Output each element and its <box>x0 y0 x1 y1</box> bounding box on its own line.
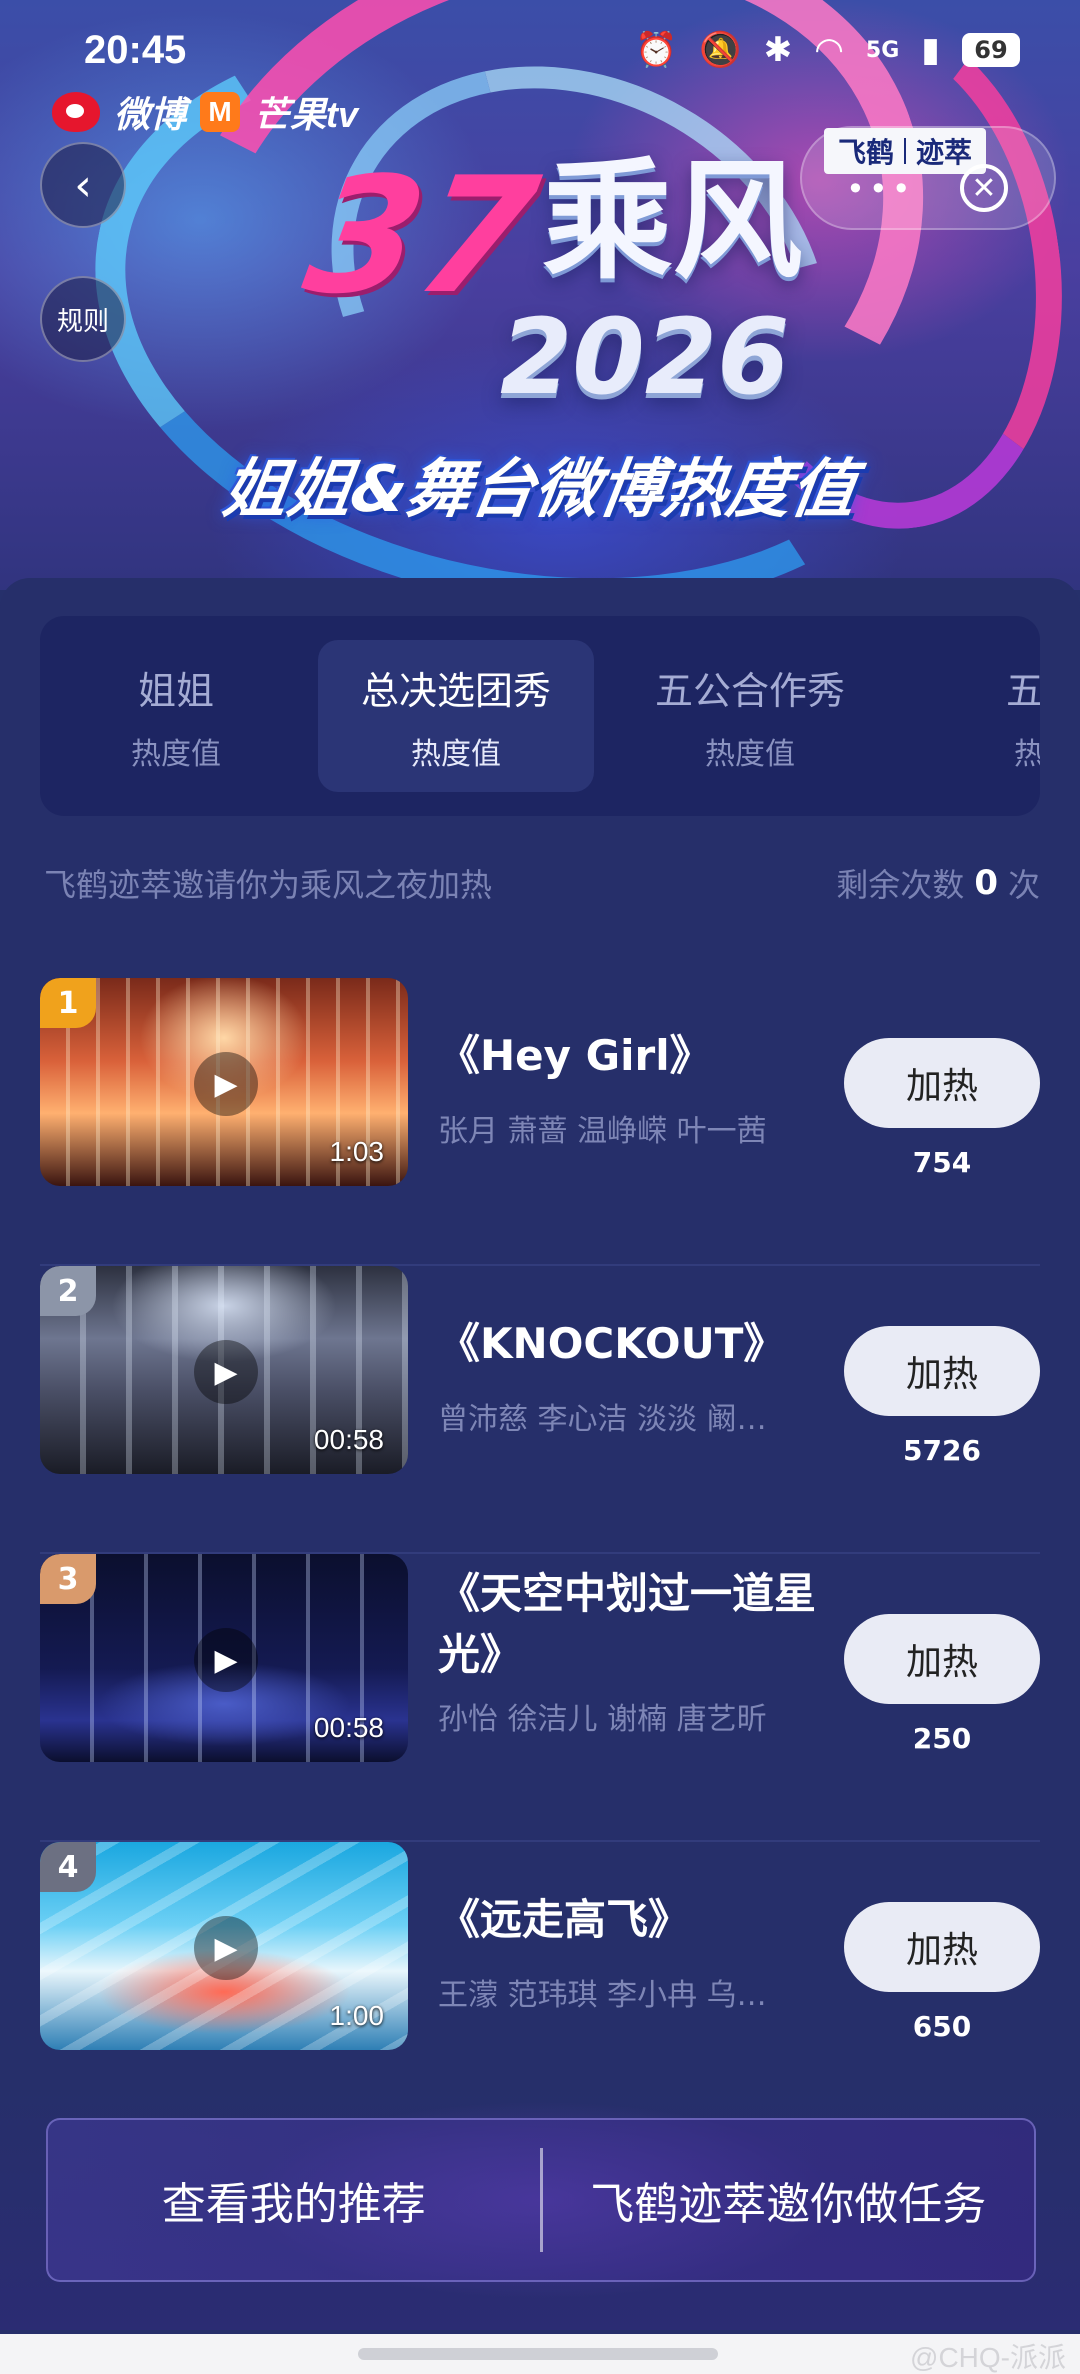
chevron-left-icon: ‹ <box>74 159 92 211</box>
back-button[interactable]: ‹ <box>40 142 126 228</box>
video-duration: 00:58 <box>313 1424 384 1455</box>
play-icon[interactable]: ▶ <box>194 1916 258 1980</box>
watermark: @CHQ-派派 <box>910 2342 1066 2373</box>
mango-brand: 芒果tv <box>254 94 359 135</box>
song-title[interactable]: 《远走高飞》 <box>438 1890 838 1951</box>
hero-year: 2026 <box>500 296 790 418</box>
hero-name: 乘风 <box>542 145 803 297</box>
sponsor-name-2: 迹萃 <box>916 136 973 169</box>
tab-sub: 热度 <box>1014 736 1040 772</box>
artist-names: 张月 萧蔷 温峥嵘 叶一茜 <box>438 1114 767 1149</box>
hero-title: 37 乘风 <box>294 142 803 329</box>
bottom-action-bar: 查看我的推荐 飞鹤迹萃邀你做任务 <box>46 2118 1036 2282</box>
mango-logo-icon: M <box>200 92 241 132</box>
view-my-recommendations-button[interactable]: 查看我的推荐 <box>48 2168 540 2232</box>
play-icon[interactable]: ▶ <box>194 1340 258 1404</box>
tab-sub: 热度值 <box>411 736 501 772</box>
tab-label: 五公 <box>1005 668 1040 713</box>
artist-names: 曾沛慈 李心洁 淡淡 阚清子 <box>438 1402 768 1437</box>
remaining-count: 剩余次数 0 次 <box>836 860 1040 906</box>
artist-names: 孙怡 徐洁儿 谢楠 唐艺昕 <box>438 1702 767 1737</box>
remaining-label: 剩余次数 <box>836 866 965 904</box>
video-duration: 1:03 <box>329 1136 385 1167</box>
song-title[interactable]: 《Hey Girl》 <box>438 1026 838 1087</box>
tab-sub: 热度值 <box>131 736 221 772</box>
rank-badge: 1 <box>40 978 96 1028</box>
song-title[interactable]: 《KNOCKOUT》 <box>438 1314 838 1375</box>
status-time: 20:45 <box>84 27 187 72</box>
mute-icon: 🔕 <box>699 30 742 70</box>
brand-row: 微博 M 芒果tv <box>52 86 358 138</box>
sponsor-badge: 飞鹤 迹萃 <box>824 128 987 174</box>
song-title[interactable]: 《天空中划过一道星光》 <box>438 1564 838 1686</box>
boost-button[interactable]: 加热 <box>844 1326 1040 1416</box>
bluetooth-icon: ✱ <box>763 30 793 70</box>
play-icon[interactable]: ▶ <box>194 1628 258 1692</box>
hero-subtitle: 姐姐&舞台微博热度值 <box>217 453 861 527</box>
more-icon[interactable]: ••• <box>846 170 915 208</box>
close-button[interactable]: ✕ <box>960 164 1008 212</box>
network-type: 5G <box>865 37 900 63</box>
sponsor-tasks-button[interactable]: 飞鹤迹萃邀你做任务 <box>543 2168 1035 2232</box>
tab-sub: 热度值 <box>705 736 795 772</box>
remaining-value: 0 <box>974 863 998 903</box>
tab-label: 五公合作秀 <box>654 668 845 713</box>
artist-names: 王濛 范玮琪 李小冉 乌兰图雅 <box>438 1978 768 2013</box>
boost-button[interactable]: 加热 <box>844 1038 1040 1128</box>
video-thumbnail[interactable]: ▶ 1 1:03 <box>40 978 408 1186</box>
video-thumbnail[interactable]: ▶ 4 1:00 <box>40 1842 408 2050</box>
heat-count: 250 <box>912 1722 972 1755</box>
rank-badge: 3 <box>40 1554 96 1604</box>
status-bar: 20:45 ⏰ 🔕 ✱ ◠ 5G ▮ 69 <box>0 0 1080 100</box>
boost-button[interactable]: 加热 <box>844 1902 1040 1992</box>
play-icon[interactable]: ▶ <box>194 1052 258 1116</box>
tab-final-group-show[interactable]: 总决选团秀 热度值 <box>318 640 594 792</box>
sponsor-divider <box>904 138 907 164</box>
rank-badge: 2 <box>40 1266 96 1316</box>
heat-count: 754 <box>912 1146 972 1179</box>
rules-button[interactable]: 规则 <box>40 276 126 362</box>
wifi-icon: ◠ <box>814 30 844 70</box>
heat-count: 5726 <box>903 1434 981 1467</box>
video-thumbnail[interactable]: ▶ 2 00:58 <box>40 1266 408 1474</box>
tab-fifth-collab-show[interactable]: 五公合作秀 热度值 <box>612 640 888 792</box>
category-tabs: 姐姐 热度值 总决选团秀 热度值 五公合作秀 热度值 五公 热度 <box>40 616 1040 816</box>
invite-row: 飞鹤迹萃邀请你为乘风之夜加热 剩余次数 0 次 <box>44 858 1040 908</box>
tab-label: 姐姐 <box>137 668 214 713</box>
hero-number: 37 <box>293 142 550 329</box>
tab-fifth-show[interactable]: 五公 热度 <box>906 640 1040 792</box>
home-indicator[interactable] <box>358 2348 718 2360</box>
status-icons: ⏰ 🔕 ✱ ◠ 5G ▮ 69 <box>635 30 1020 70</box>
list-item: ▶ 1 1:03 《Hey Girl》 张月 萧蔷 温峥嵘 叶一茜 加热 754 <box>40 978 1040 1266</box>
tab-label: 总决选团秀 <box>360 668 551 713</box>
list-item: ▶ 3 00:58 《天空中划过一道星光》 孙怡 徐洁儿 谢楠 唐艺昕 加热 2… <box>40 1554 1040 1842</box>
video-duration: 00:58 <box>313 1712 384 1743</box>
signal-icon: ▮ <box>921 30 940 70</box>
tab-sisters[interactable]: 姐姐 热度值 <box>40 640 314 792</box>
remaining-unit: 次 <box>1007 866 1040 904</box>
sponsor-name-1: 飞鹤 <box>838 136 895 169</box>
weibo-brand: 微博 <box>114 94 187 135</box>
rank-badge: 4 <box>40 1842 96 1892</box>
list-item: ▶ 2 00:58 《KNOCKOUT》 曾沛慈 李心洁 淡淡 阚清子 加热 5… <box>40 1266 1040 1554</box>
video-duration: 1:00 <box>329 2000 385 2031</box>
boost-button[interactable]: 加热 <box>844 1614 1040 1704</box>
alarm-icon: ⏰ <box>635 30 678 70</box>
battery-icon: 69 <box>962 33 1020 67</box>
weibo-logo-icon <box>52 92 100 132</box>
heat-count: 650 <box>912 2010 972 2043</box>
video-thumbnail[interactable]: ▶ 3 00:58 <box>40 1554 408 1762</box>
invite-text: 飞鹤迹萃邀请你为乘风之夜加热 <box>44 866 493 904</box>
